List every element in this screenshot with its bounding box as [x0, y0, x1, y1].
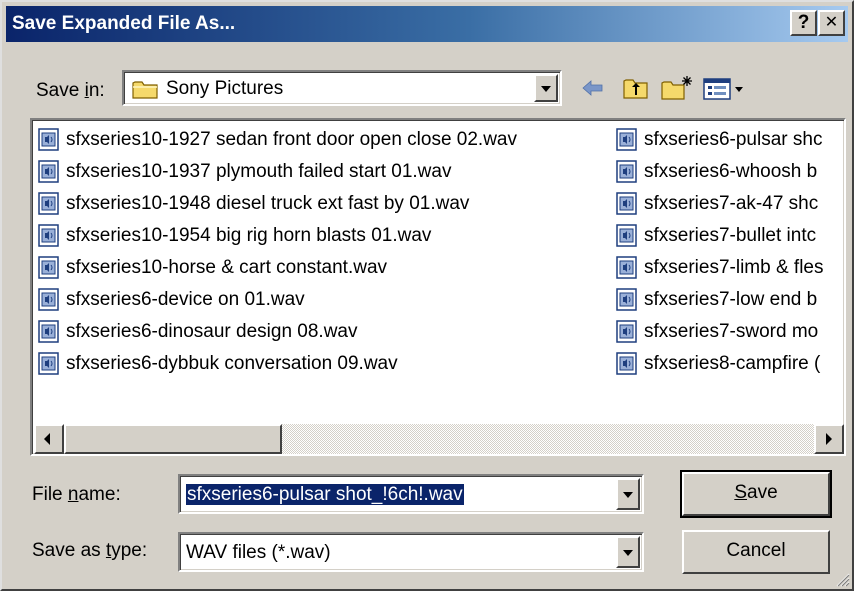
file-name-text: sfxseries10-1927 sedan front door open c… [66, 129, 517, 150]
chevron-down-icon [623, 550, 633, 556]
file-list-item[interactable]: sfxseries6-pulsar shc [616, 124, 822, 156]
file-list-item[interactable]: sfxseries10-1954 big rig horn blasts 01.… [38, 220, 431, 252]
wav-file-icon [38, 352, 59, 375]
save-in-dropdown-button[interactable] [534, 74, 558, 102]
file-list-item[interactable]: sfxseries10-1927 sedan front door open c… [38, 124, 517, 156]
file-list-item[interactable]: sfxseries6-dybbuk conversation 09.wav [38, 348, 398, 380]
wav-file-icon [616, 288, 637, 311]
file-name-text: sfxseries6-device on 01.wav [66, 289, 305, 310]
help-button[interactable]: ? [790, 10, 817, 36]
arrow-left-icon [44, 433, 50, 445]
new-folder-icon[interactable] [660, 74, 694, 102]
file-name-value: sfxseries6-pulsar shot_!6ch!.wav [186, 484, 464, 505]
file-list-item[interactable]: sfxseries10-1948 diesel truck ext fast b… [38, 188, 469, 220]
wav-file-icon [616, 192, 637, 215]
up-one-level-icon[interactable] [622, 74, 650, 102]
wav-file-icon [616, 352, 637, 375]
file-list-item[interactable]: sfxseries7-ak-47 shc [616, 188, 818, 220]
wav-file-icon [38, 256, 59, 279]
wav-file-icon [38, 128, 59, 151]
wav-file-icon [616, 256, 637, 279]
file-name-input[interactable]: sfxseries6-pulsar shot_!6ch!.wav [178, 474, 644, 514]
file-list-item[interactable]: sfxseries8-campfire ( [616, 348, 820, 380]
wav-file-icon [616, 128, 637, 151]
file-name-text: sfxseries8-campfire ( [644, 353, 821, 374]
file-list[interactable]: sfxseries10-1927 sedan front door open c… [30, 118, 846, 456]
save-type-label: Save as type: [32, 540, 148, 561]
file-name-text: sfxseries7-bullet intc [644, 225, 817, 246]
save-dialog: Save Expanded File As... ? ✕ Save in: So… [0, 0, 854, 591]
wav-file-icon [38, 192, 59, 215]
file-list-item[interactable]: sfxseries7-limb & fles [616, 252, 824, 284]
file-list-item[interactable]: sfxseries7-sword mo [616, 316, 818, 348]
file-name-text: sfxseries10-1937 plymouth failed start 0… [66, 161, 452, 182]
save-type-dropdown-button[interactable] [616, 536, 640, 568]
file-name-text: sfxseries7-sword mo [644, 321, 819, 342]
file-name-text: sfxseries6-dybbuk conversation 09.wav [66, 353, 398, 374]
file-name-dropdown-button[interactable] [616, 478, 640, 510]
wav-file-icon [616, 320, 637, 343]
file-list-item[interactable]: sfxseries7-low end b [616, 284, 817, 316]
file-name-text: sfxseries10-horse & cart constant.wav [66, 257, 388, 278]
title-bar[interactable]: Save Expanded File As... ? ✕ [6, 6, 848, 42]
file-name-text: sfxseries10-1954 big rig horn blasts 01.… [66, 225, 432, 246]
file-name-text: sfxseries7-limb & fles [644, 257, 824, 278]
size-grip-icon[interactable] [834, 571, 850, 587]
save-in-value: Sony Pictures [166, 78, 284, 99]
dialog-title: Save Expanded File As... [12, 13, 236, 34]
save-in-combo[interactable]: Sony Pictures [122, 70, 562, 106]
file-name-text: sfxseries7-low end b [644, 289, 818, 310]
scroll-right-button[interactable] [814, 424, 844, 454]
save-type-value: WAV files (*.wav) [186, 542, 331, 563]
file-name-text: sfxseries6-dinosaur design 08.wav [66, 321, 358, 342]
view-menu-icon[interactable] [702, 74, 746, 102]
save-in-label: Save in: [36, 80, 105, 101]
folder-icon [132, 81, 158, 99]
file-name-text: sfxseries7-ak-47 shc [644, 193, 819, 214]
file-name-label: File name: [32, 484, 121, 505]
cancel-button[interactable]: Cancel [682, 530, 830, 574]
wav-file-icon [616, 160, 637, 183]
wav-file-icon [616, 224, 637, 247]
scroll-thumb[interactable] [64, 424, 282, 454]
file-list-item[interactable]: sfxseries6-device on 01.wav [38, 284, 305, 316]
file-list-item[interactable]: sfxseries10-horse & cart constant.wav [38, 252, 387, 284]
file-list-item[interactable]: sfxseries6-whoosh b [616, 156, 817, 188]
close-button[interactable]: ✕ [818, 10, 845, 36]
arrow-right-icon [826, 433, 832, 445]
save-type-select[interactable]: WAV files (*.wav) [178, 532, 644, 572]
save-button[interactable]: Save [680, 470, 832, 518]
file-name-text: sfxseries10-1948 diesel truck ext fast b… [66, 193, 470, 214]
chevron-down-icon [541, 86, 551, 92]
file-list-item[interactable]: sfxseries10-1937 plymouth failed start 0… [38, 156, 451, 188]
wav-file-icon [38, 224, 59, 247]
file-name-text: sfxseries6-whoosh b [644, 161, 818, 182]
file-list-item[interactable]: sfxseries6-dinosaur design 08.wav [38, 316, 358, 348]
file-list-item[interactable]: sfxseries7-bullet intc [616, 220, 816, 252]
file-name-text: sfxseries6-pulsar shc [644, 129, 823, 150]
chevron-down-icon [623, 492, 633, 498]
wav-file-icon [38, 160, 59, 183]
back-arrow-icon[interactable] [580, 74, 606, 102]
wav-file-icon [38, 288, 59, 311]
scroll-left-button[interactable] [34, 424, 64, 454]
wav-file-icon [38, 320, 59, 343]
horizontal-scrollbar[interactable] [34, 424, 844, 454]
